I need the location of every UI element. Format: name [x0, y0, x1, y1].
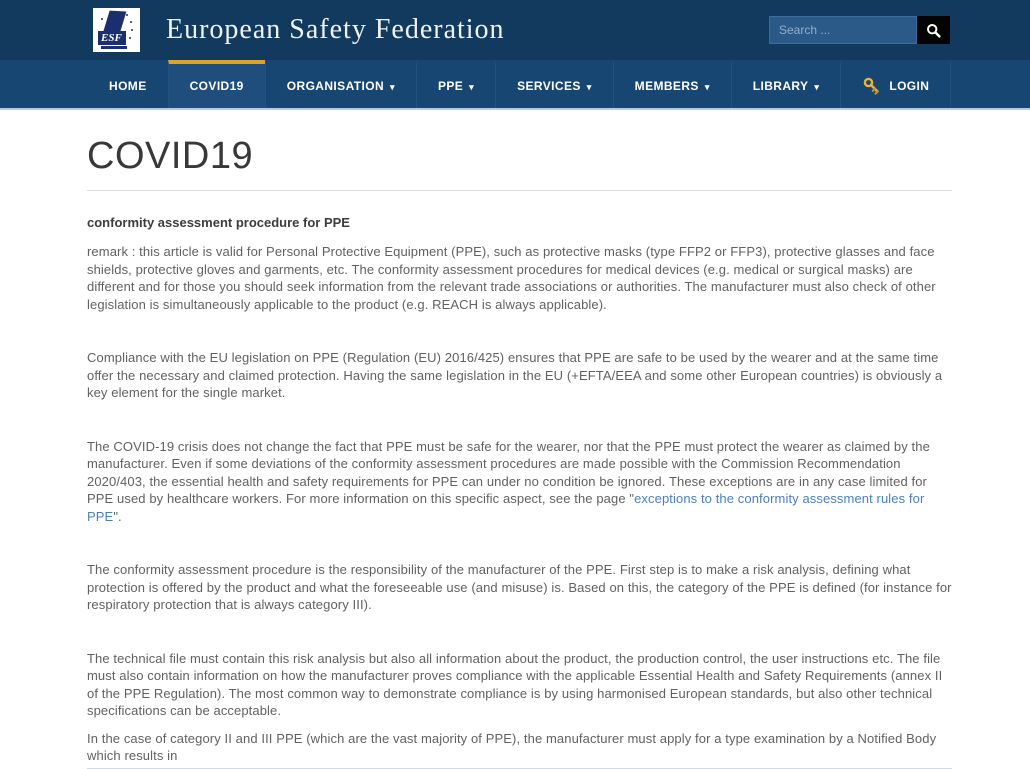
key-icon	[862, 77, 881, 96]
nav-item-services[interactable]: SERVICES ▾	[495, 60, 613, 108]
main-nav: HOME COVID19 ORGANISATION ▾ PPE ▾ SERVIC…	[0, 60, 1030, 110]
nav-label: HOME	[109, 79, 147, 93]
paragraph-text: ".	[113, 509, 121, 524]
search-button[interactable]	[917, 16, 950, 44]
nav-label: LIBRARY	[753, 79, 809, 93]
bottom-divider	[87, 768, 952, 769]
header: ESF European Safety Federation	[0, 0, 1030, 60]
search-box	[769, 16, 950, 44]
nav-label: MEMBERS	[635, 79, 699, 93]
logo-star-dot	[131, 29, 133, 31]
paragraph-responsibility: The conformity assessment procedure is t…	[87, 561, 952, 614]
nav-item-organisation[interactable]: ORGANISATION ▾	[265, 60, 416, 108]
paragraph-remark: remark : this article is valid for Perso…	[87, 243, 952, 313]
search-icon	[926, 23, 941, 38]
nav-item-home[interactable]: HOME	[88, 60, 168, 108]
nav-label: ORGANISATION	[287, 79, 384, 93]
paragraph-type-examination: In the case of category II and III PPE (…	[87, 730, 952, 765]
paragraph-compliance: Compliance with the EU legislation on PP…	[87, 349, 952, 402]
chevron-down-icon: ▾	[587, 82, 592, 93]
article-subheading: conformity assessment procedure for PPE	[87, 215, 952, 230]
nav-item-login[interactable]: LOGIN	[840, 60, 951, 108]
search-input[interactable]	[769, 16, 917, 44]
chevron-down-icon: ▾	[705, 82, 710, 93]
nav-label: COVID19	[190, 79, 244, 93]
nav-label: LOGIN	[889, 79, 929, 93]
paragraph-technical-file: The technical file must contain this ris…	[87, 650, 952, 720]
nav-item-library[interactable]: LIBRARY ▾	[731, 60, 841, 108]
chevron-down-icon: ▾	[390, 82, 395, 93]
content-area: COVID19 conformity assessment procedure …	[0, 135, 1030, 769]
nav-item-members[interactable]: MEMBERS ▾	[613, 60, 731, 108]
logo-star-dot	[101, 18, 103, 20]
logo-base-bar	[101, 46, 127, 49]
page-title: COVID19	[87, 135, 952, 178]
paragraph-covid-crisis: The COVID-19 crisis does not change the …	[87, 438, 952, 526]
site-title: European Safety Federation	[166, 14, 505, 46]
title-divider	[87, 190, 952, 191]
logo-esf-text: ESF	[98, 31, 126, 45]
nav-item-ppe[interactable]: PPE ▾	[416, 60, 495, 108]
nav-label: SERVICES	[517, 79, 581, 93]
logo-star-dot	[130, 21, 132, 23]
logo-star-dot	[129, 37, 131, 39]
chevron-down-icon: ▾	[469, 82, 474, 93]
nav-item-covid19[interactable]: COVID19	[168, 60, 265, 108]
nav-label: PPE	[438, 79, 463, 93]
esf-logo[interactable]: ESF	[93, 8, 140, 52]
chevron-down-icon: ▾	[814, 82, 819, 93]
logo-star-dot	[126, 14, 128, 16]
